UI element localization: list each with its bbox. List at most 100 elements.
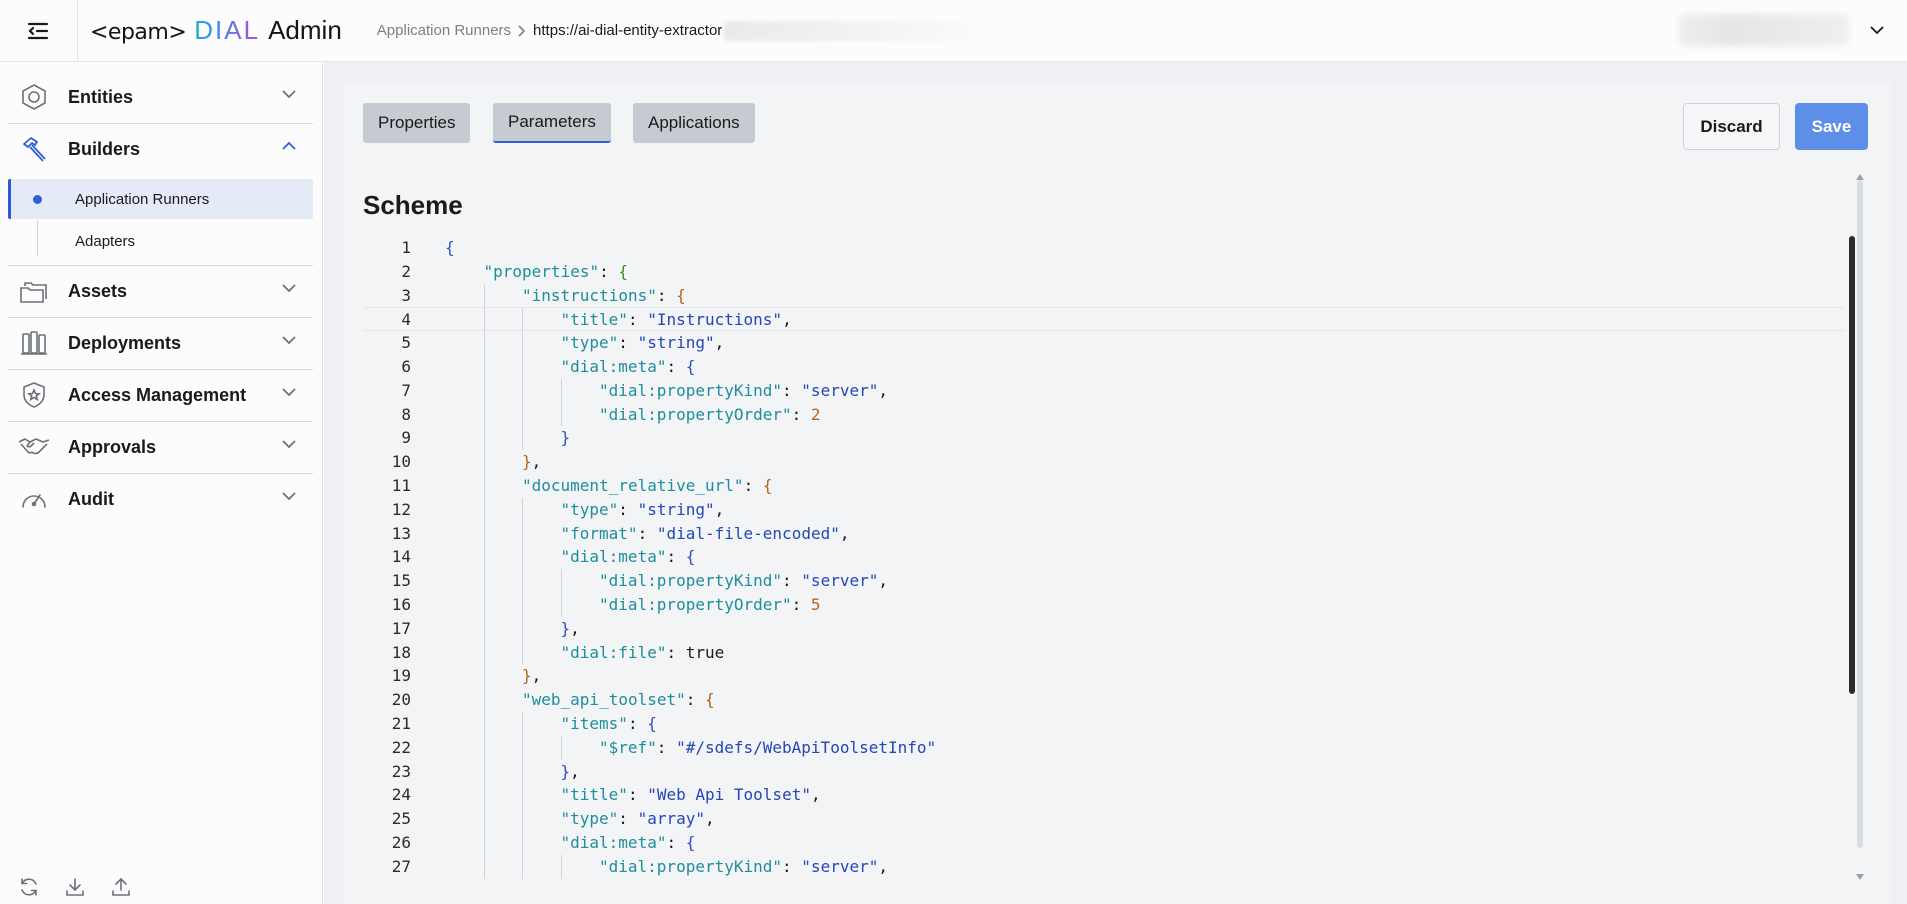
code-line[interactable]: 26 "dial:meta": { bbox=[363, 830, 1845, 855]
sidebar-section-assets[interactable]: Assets bbox=[8, 266, 313, 316]
indent-guide bbox=[522, 308, 523, 331]
code-line[interactable]: 24 "title": "Web Api Toolset", bbox=[363, 783, 1845, 808]
folders-icon bbox=[12, 278, 56, 304]
sidebar-item-adapters[interactable]: Adapters bbox=[8, 221, 313, 261]
code-token: , bbox=[878, 856, 888, 876]
user-menu[interactable] bbox=[1679, 14, 1885, 46]
code-line[interactable]: 5 "type": "string", bbox=[363, 331, 1845, 355]
code-token: "server" bbox=[801, 856, 879, 876]
code-token: "dial:meta" bbox=[560, 547, 667, 567]
editor-scrollbar-thumb[interactable] bbox=[1849, 236, 1855, 694]
line-number: 10 bbox=[391, 452, 411, 472]
code-token: } bbox=[560, 761, 571, 781]
code-token: "dial:propertyKind" bbox=[599, 856, 783, 876]
indent-guide bbox=[483, 854, 485, 879]
code-line[interactable]: 7 "dial:propertyKind": "server", bbox=[363, 378, 1845, 403]
code-line[interactable]: 18 "dial:file": true bbox=[363, 640, 1845, 665]
code-text: "web_api_toolset": { bbox=[522, 688, 715, 712]
indent-guide bbox=[560, 569, 562, 593]
code-line[interactable]: 9} bbox=[363, 426, 1845, 451]
code-token: { bbox=[445, 238, 455, 257]
upload-icon[interactable] bbox=[110, 876, 132, 898]
code-line[interactable]: 25 "type": "array", bbox=[363, 807, 1845, 831]
indent-guide bbox=[522, 497, 523, 522]
sidebar-section-label: Deployments bbox=[68, 332, 182, 353]
indent-guide bbox=[522, 854, 523, 879]
code-text: "dial:meta": { bbox=[561, 355, 696, 379]
code-token: : bbox=[685, 690, 706, 710]
code-line[interactable]: 16 "dial:propertyOrder": 5 bbox=[363, 592, 1845, 617]
download-icon[interactable] bbox=[64, 876, 86, 898]
scroll-down-arrow[interactable] bbox=[1855, 868, 1865, 886]
sidebar-section-deployments[interactable]: Deployments bbox=[8, 318, 313, 368]
indent-guide bbox=[483, 283, 485, 308]
chevron-down-icon bbox=[281, 491, 297, 501]
chevron-up-icon bbox=[281, 141, 297, 151]
indent-guide bbox=[483, 402, 485, 427]
code-line[interactable]: 22 "$ref": "#/sdefs/WebApiToolsetInfo" bbox=[363, 735, 1845, 760]
code-line[interactable]: 1{ bbox=[363, 236, 1845, 260]
code-line[interactable]: 13 "format": "dial-file-encoded", bbox=[363, 521, 1845, 546]
indent-guide bbox=[522, 592, 523, 617]
code-line[interactable]: 10}, bbox=[363, 450, 1845, 474]
indent-guide bbox=[522, 402, 523, 427]
code-line[interactable]: 23}, bbox=[363, 759, 1845, 784]
code-line[interactable]: 14 "dial:meta": { bbox=[363, 545, 1845, 570]
sidebar-section-audit[interactable]: Audit bbox=[8, 474, 313, 524]
code-line[interactable]: 4 "title": "Instructions", bbox=[363, 307, 1845, 332]
code-line[interactable]: 20 "web_api_toolset": { bbox=[363, 688, 1845, 712]
line-number: 15 bbox=[391, 571, 411, 591]
tab-parameters[interactable]: Parameters bbox=[493, 103, 611, 143]
sidebar-item-application-runners[interactable]: Application Runners bbox=[8, 179, 313, 219]
indent-guide bbox=[483, 308, 485, 331]
code-token: "type" bbox=[560, 333, 619, 353]
code-token: { bbox=[647, 713, 657, 733]
indent-guide bbox=[522, 378, 523, 403]
code-token: : bbox=[627, 310, 648, 330]
app-logo[interactable]: <epam> DIAL Admin bbox=[90, 15, 342, 46]
code-token: : bbox=[656, 737, 677, 757]
code-token: "items" bbox=[560, 713, 628, 733]
code-line[interactable]: 19}, bbox=[363, 664, 1845, 689]
discard-button[interactable]: Discard bbox=[1683, 103, 1780, 150]
sidebar-section-entities[interactable]: Entities bbox=[8, 72, 313, 122]
code-line[interactable]: 17}, bbox=[363, 616, 1845, 641]
indent-guide bbox=[522, 783, 523, 808]
menu-toggle-button[interactable] bbox=[0, 0, 78, 62]
code-token: , bbox=[714, 499, 725, 519]
code-line[interactable]: 12 "type": "string", bbox=[363, 497, 1845, 522]
code-token: , bbox=[782, 310, 792, 330]
indent-guide bbox=[522, 616, 523, 641]
code-line[interactable]: 6 "dial:meta": { bbox=[363, 354, 1845, 379]
breadcrumb-current: https://ai-dial-entity-extractor bbox=[533, 22, 723, 39]
code-line[interactable]: 15 "dial:propertyKind": "server", bbox=[363, 569, 1845, 593]
code-text: "type": "array", bbox=[561, 807, 715, 831]
code-line[interactable]: 11 "document_relative_url": { bbox=[363, 473, 1845, 498]
tab-properties[interactable]: Properties bbox=[363, 103, 471, 143]
save-button[interactable]: Save bbox=[1795, 103, 1868, 150]
breadcrumb-parent-link[interactable]: Application Runners bbox=[377, 22, 511, 39]
tab-applications[interactable]: Applications bbox=[633, 103, 755, 143]
sidebar-section-builders[interactable]: Builders bbox=[8, 124, 313, 174]
code-token: : bbox=[618, 333, 638, 353]
sidebar-section-approvals[interactable]: Approvals bbox=[8, 422, 313, 472]
code-line[interactable]: 2 "properties": { bbox=[363, 260, 1845, 284]
code-line[interactable]: 21 "items": { bbox=[363, 711, 1845, 736]
app-header: <epam> DIAL Admin Application Runners ht… bbox=[0, 0, 1907, 62]
chevron-down-icon bbox=[281, 387, 297, 397]
indent-guide bbox=[483, 616, 485, 641]
code-text: }, bbox=[522, 664, 541, 688]
json-code-editor[interactable]: 1{2 "properties": {3 "instructions": {4 "ti… bbox=[363, 236, 1845, 880]
indent-guide bbox=[483, 521, 485, 546]
user-name-redacted bbox=[1679, 14, 1849, 46]
code-token: , bbox=[531, 666, 542, 686]
indent-guide bbox=[483, 378, 485, 403]
refresh-icon[interactable] bbox=[18, 876, 40, 898]
code-line[interactable]: 3 "instructions": { bbox=[363, 283, 1845, 308]
sidebar-section-access-management[interactable]: Access Management bbox=[8, 370, 313, 420]
scrollbar-track[interactable] bbox=[1857, 180, 1863, 848]
code-line[interactable]: 27 "dial:propertyKind": "server", bbox=[363, 854, 1845, 879]
code-token: "web_api_toolset" bbox=[522, 690, 686, 710]
code-line[interactable]: 8 "dial:propertyOrder": 2 bbox=[363, 402, 1845, 427]
line-number: 16 bbox=[391, 594, 411, 614]
